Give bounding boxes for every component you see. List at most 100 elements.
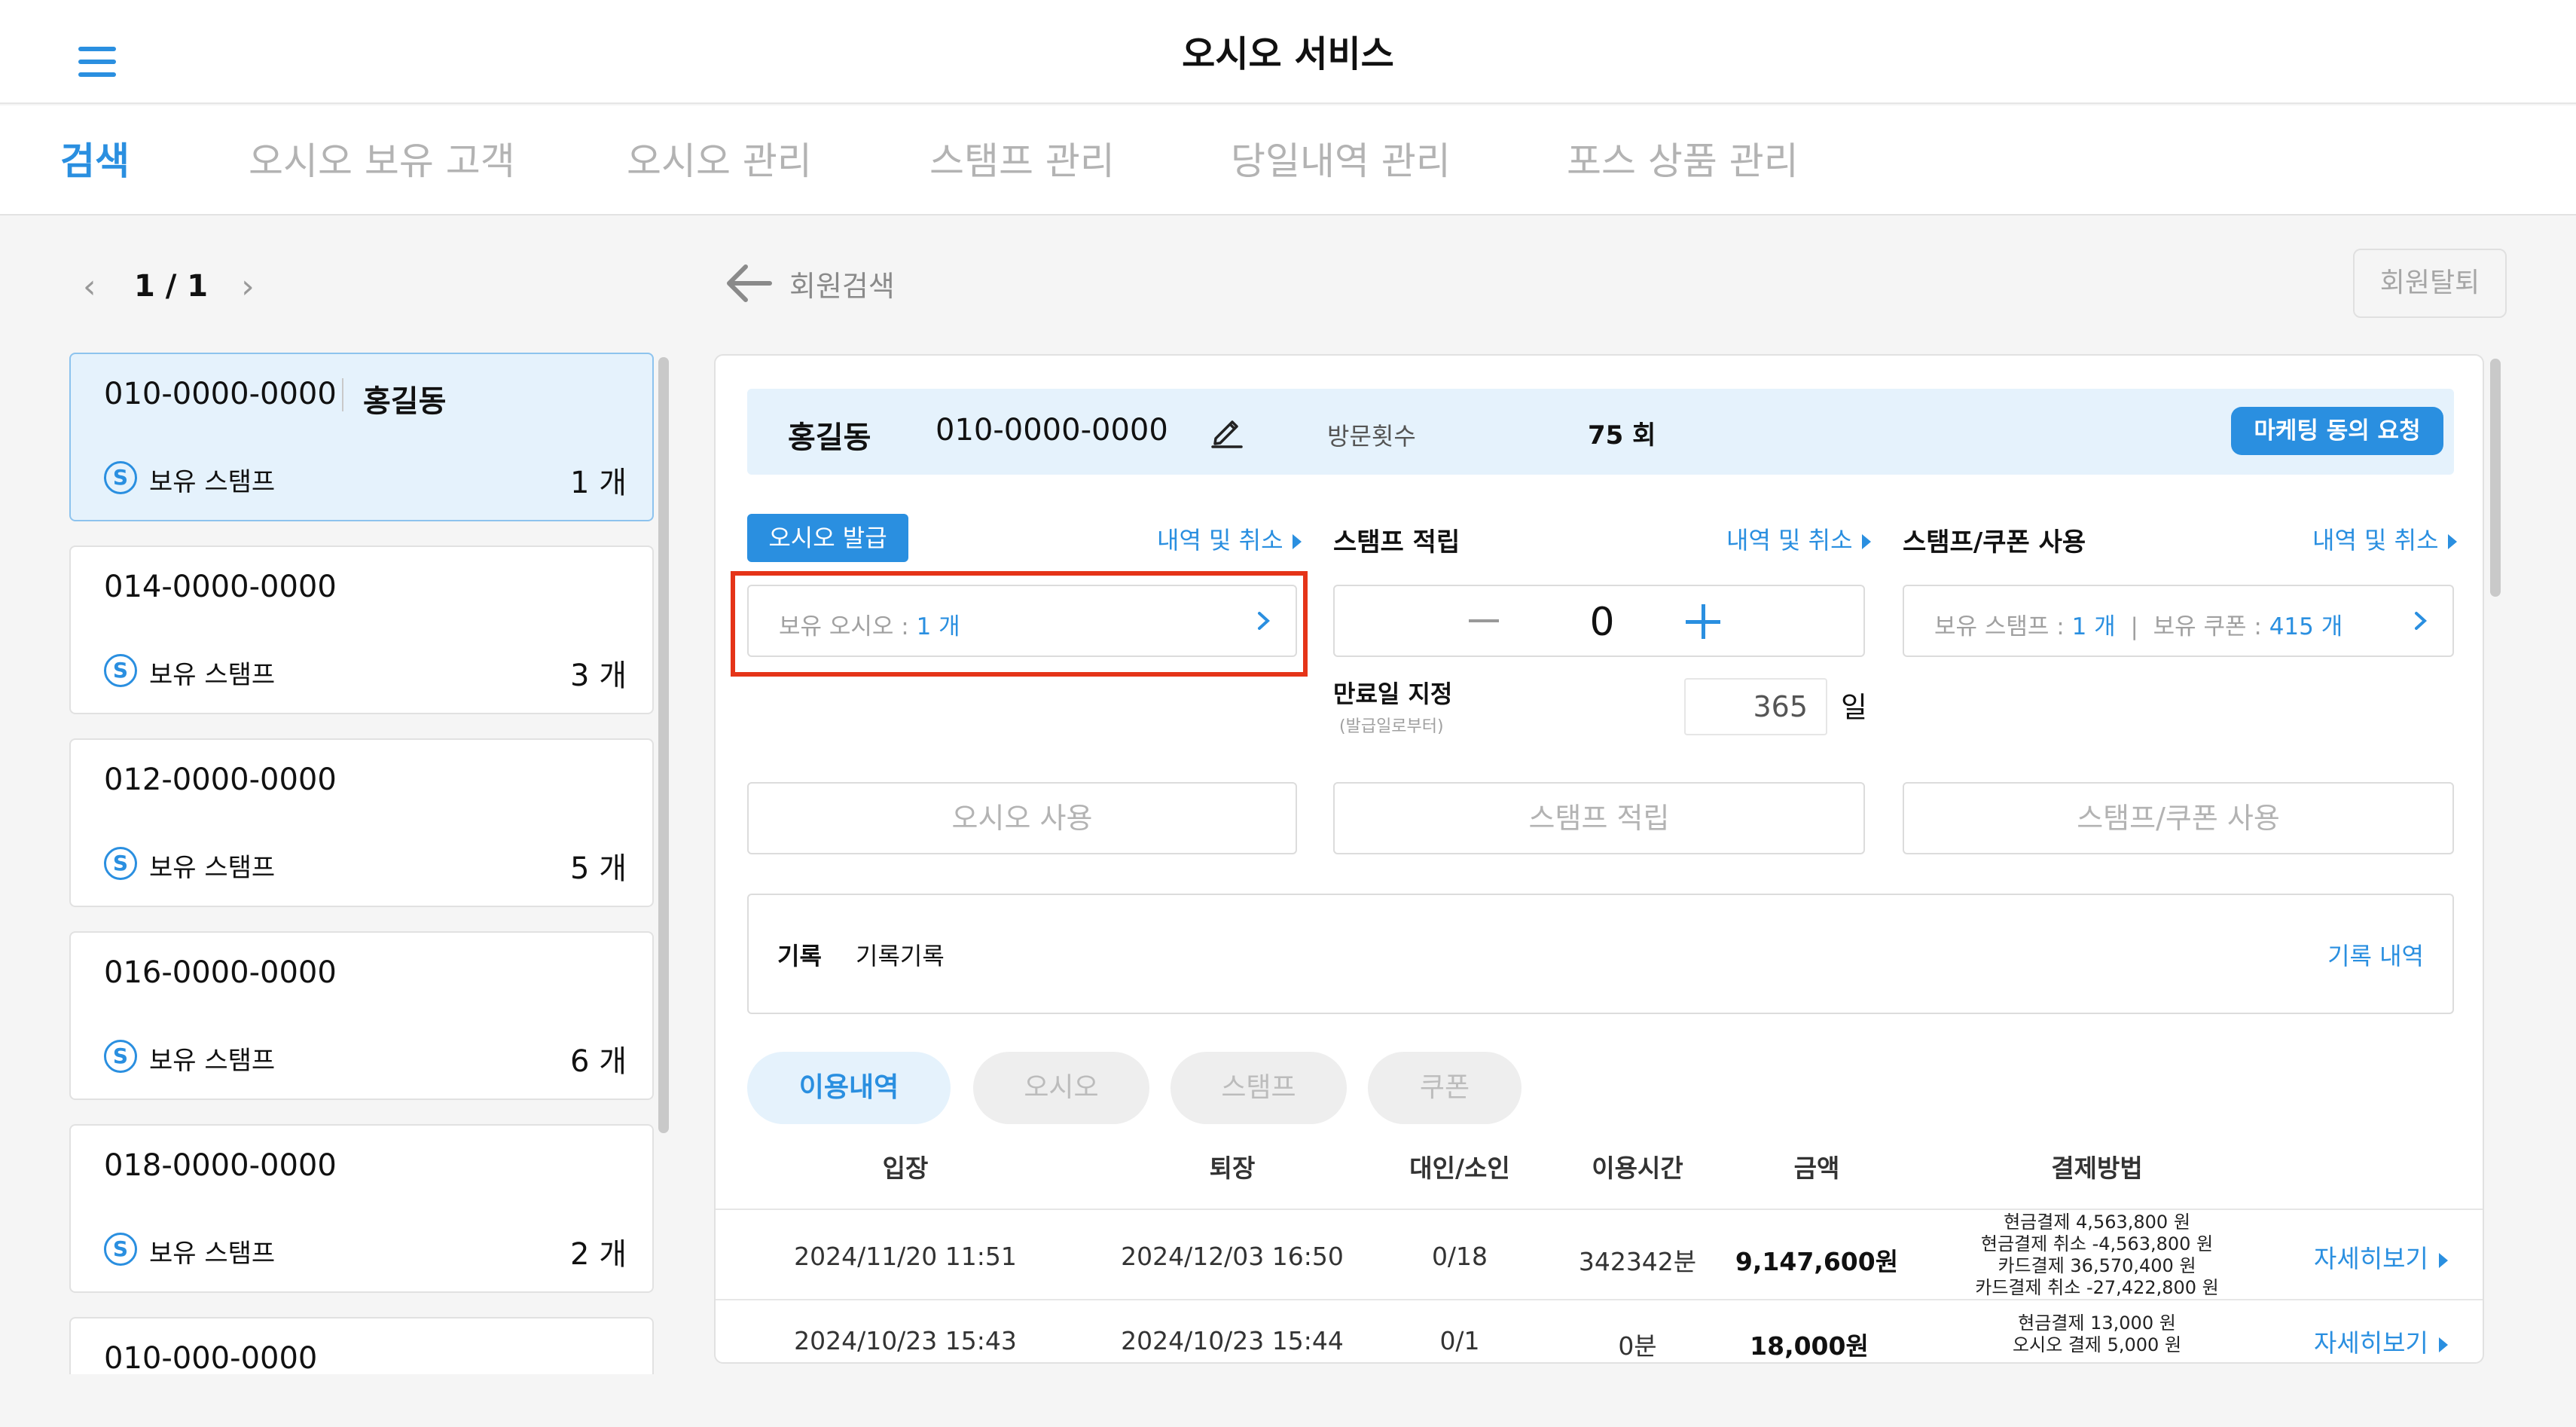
member-card[interactable]: 014-0000-0000 S 보유 스탬프 3 개 (69, 545, 654, 714)
minus-icon[interactable] (1469, 619, 1499, 622)
stamp-s-icon: S (104, 1233, 137, 1266)
stamp-earn-history-link[interactable]: 내역 및 취소 (1726, 521, 1871, 556)
stamp-use-title: 스탬프/쿠폰 사용 (1903, 527, 2086, 558)
stamp-earn-button[interactable]: 스탬프 적립 (1333, 782, 1865, 854)
expiry-label: 만료일 지정 (1333, 680, 1453, 708)
member-phone: 014-0000-0000 (104, 570, 337, 604)
tab-search[interactable]: 검색 (60, 131, 130, 185)
held-coupon-value: 415 개 (2269, 613, 2343, 640)
payment-line: 카드결제 36,570,400 원 (1998, 1255, 2196, 1276)
expiry-sublabel: (발급일로부터) (1339, 717, 1444, 736)
tab-stamp-manage[interactable]: 스탬프 관리 (929, 131, 1115, 185)
list-scrollbar[interactable] (658, 357, 669, 1133)
panel-scrollbar[interactable] (2490, 359, 2501, 597)
memo-text[interactable]: 기록기록 (856, 937, 945, 972)
stamp-use-history-link[interactable]: 내역 및 취소 (2312, 521, 2457, 556)
highlight-box (731, 571, 1308, 677)
held-stamp-label: 보유 스탬프 : (1934, 613, 2072, 640)
page-indicator: 1 / 1 (134, 269, 209, 304)
filter-coupon[interactable]: 쿠폰 (1368, 1052, 1521, 1124)
cell-exit: 2024/10/23 15:44 (1121, 1326, 1344, 1355)
memo-box: 기록 기록기록 기록 내역 (747, 894, 2454, 1014)
cell-amount: 18,000원 (1750, 1331, 1869, 1361)
col-exit: 퇴장 (1209, 1154, 1256, 1183)
member-phone: 010-000-0000 (104, 1341, 318, 1374)
oshio-use-button[interactable]: 오시오 사용 (747, 782, 1297, 854)
member-phone: 012-0000-0000 (104, 762, 337, 797)
back-label: 회원검색 (789, 269, 895, 303)
plus-icon[interactable] (1686, 604, 1720, 639)
filter-stamp[interactable]: 스탬프 (1170, 1052, 1347, 1124)
filter-usage-history[interactable]: 이용내역 (747, 1052, 951, 1124)
member-card[interactable]: 016-0000-0000 S 보유 스탬프 6 개 (69, 931, 654, 1100)
app-header: 오시오 서비스 (0, 0, 2576, 104)
cell-amount: 9,147,600원 (1735, 1247, 1899, 1276)
member-card[interactable]: 010-0000-0000 홍길동 S 보유 스탬프 1 개 (69, 353, 654, 521)
held-stamp-coupon-field[interactable]: 보유 스탬프 : 1 개 | 보유 쿠폰 : 415 개 (1903, 585, 2454, 657)
stamp-label: 보유 스탬프 (149, 660, 276, 690)
tab-oshio-customers[interactable]: 오시오 보유 고객 (249, 131, 515, 185)
oshio-issue-button[interactable]: 오시오 발급 (747, 514, 908, 562)
tab-daily-history[interactable]: 당일내역 관리 (1231, 131, 1451, 185)
oshio-history-link[interactable]: 내역 및 취소 (1157, 521, 1302, 556)
pencil-icon[interactable] (1208, 411, 1246, 449)
link-label: 내역 및 취소 (1157, 526, 1283, 555)
stamp-count: 5 개 (570, 851, 627, 886)
member-info-bar: 홍길동 010-0000-0000 방문횟수 75 회 마케팅 동의 요청 (747, 389, 2454, 475)
cell-duration: 0분 (1618, 1331, 1657, 1361)
stamp-count: 3 개 (570, 658, 627, 693)
member-phone: 010-0000-0000 (935, 413, 1168, 448)
tab-oshio-manage[interactable]: 오시오 관리 (627, 131, 812, 185)
link-label: 내역 및 취소 (2312, 526, 2439, 555)
detail-link[interactable]: 자세히보기 (2314, 1323, 2448, 1359)
cell-exit: 2024/12/03 16:50 (1121, 1242, 1344, 1271)
app-title: 오시오 서비스 (1182, 33, 1394, 75)
stamp-count: 1 개 (570, 466, 627, 500)
table-row: 2024/10/23 15:43 2024/10/23 15:44 0/1 0분… (716, 1300, 2483, 1362)
payment-line: 현금결제 취소 -4,563,800 원 (1980, 1233, 2214, 1254)
col-people: 대인/소인 (1409, 1154, 1510, 1183)
stamp-label: 보유 스탬프 (149, 467, 276, 497)
member-card[interactable]: 012-0000-0000 S 보유 스탬프 5 개 (69, 738, 654, 907)
held-stamp-value: 1 개 (2071, 613, 2116, 640)
member-name: 홍길동 (788, 420, 871, 455)
stamp-s-icon: S (104, 654, 137, 687)
cell-payment: 현금결제 13,000 원 오시오 결제 5,000 원 (1946, 1312, 2248, 1356)
stamp-s-icon: S (104, 461, 137, 494)
cell-payment: 현금결제 4,563,800 원 현금결제 취소 -4,563,800 원 카드… (1946, 1212, 2248, 1299)
col-payment: 결제방법 (2051, 1154, 2143, 1183)
marketing-consent-button[interactable]: 마케팅 동의 요청 (2231, 407, 2443, 455)
stamp-s-icon: S (104, 847, 137, 880)
filter-oshio[interactable]: 오시오 (973, 1052, 1149, 1124)
cell-entry: 2024/10/23 15:43 (794, 1326, 1017, 1355)
member-phone: 010-0000-0000 (104, 377, 337, 411)
stamp-coupon-use-button[interactable]: 스탬프/쿠폰 사용 (1903, 782, 2454, 854)
detail-label: 자세히보기 (2314, 1328, 2428, 1358)
back-to-search[interactable]: 회원검색 (723, 261, 895, 306)
divider: | (2130, 613, 2138, 640)
stamp-quantity-value[interactable]: 0 (1561, 600, 1644, 645)
prev-page-icon[interactable]: ‹ (83, 267, 110, 306)
member-card[interactable]: 010-000-0000 (69, 1317, 654, 1374)
tab-pos-products[interactable]: 포스 상품 관리 (1567, 131, 1799, 185)
member-card[interactable]: 018-0000-0000 S 보유 스탬프 2 개 (69, 1124, 654, 1293)
stamp-count: 6 개 (570, 1044, 627, 1079)
expiry-days-input[interactable]: 365 (1684, 678, 1827, 735)
payment-line: 카드결제 취소 -27,422,800 원 (1975, 1277, 2219, 1298)
detail-label: 자세히보기 (2314, 1244, 2428, 1273)
detail-link[interactable]: 자세히보기 (2314, 1239, 2448, 1275)
table-row: 2024/11/20 11:51 2024/12/03 16:50 0/18 3… (716, 1210, 2483, 1299)
cell-people: 0/1 (1439, 1326, 1480, 1355)
stamp-quantity-stepper: 0 (1333, 585, 1865, 657)
payment-line: 현금결제 4,563,800 원 (2004, 1212, 2190, 1233)
cell-entry: 2024/11/20 11:51 (794, 1242, 1017, 1271)
col-duration: 이용시간 (1592, 1154, 1683, 1183)
caret-right-icon (2438, 1337, 2448, 1352)
member-phone: 016-0000-0000 (104, 955, 337, 990)
caret-right-icon (1292, 534, 1302, 549)
next-page-icon[interactable]: › (241, 267, 268, 306)
member-phone: 018-0000-0000 (104, 1148, 337, 1183)
withdraw-button[interactable]: 회원탈퇴 (2353, 249, 2507, 318)
memo-history-link[interactable]: 기록 내역 (2327, 937, 2424, 972)
caret-right-icon (2438, 1252, 2448, 1268)
